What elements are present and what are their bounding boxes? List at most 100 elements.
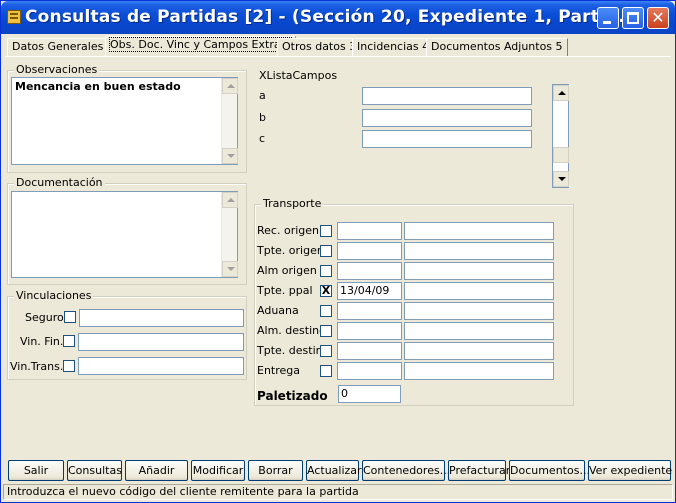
documentacion-label: Documentación (14, 176, 105, 189)
vin-fin-checkbox[interactable] (63, 335, 75, 347)
transporte-row-detail-input[interactable] (404, 322, 554, 340)
maximize-button[interactable] (622, 7, 644, 29)
status-bar: Introduzca el nuevo código del cliente r… (3, 484, 673, 500)
scroll-up-button[interactable] (222, 192, 238, 208)
close-icon: ✕ (651, 8, 665, 27)
vin-trans-input[interactable] (78, 357, 244, 375)
transporte-row-detail-input[interactable] (404, 302, 554, 320)
transporte-row-label: Entrega (257, 364, 301, 377)
arrow-down-icon (227, 267, 235, 271)
transporte-row-detail-input[interactable] (404, 242, 554, 260)
xlista-field-c-input[interactable] (362, 130, 532, 148)
app-icon (7, 10, 21, 24)
transporte-row-label: Rec. origen (257, 224, 319, 237)
transporte-row-date-input[interactable] (337, 222, 402, 240)
transporte-row-date-input[interactable] (337, 322, 402, 340)
tab-label: Otros datos 3 (282, 40, 357, 53)
scroll-down-button[interactable] (222, 148, 238, 164)
minimize-button[interactable] (597, 7, 619, 29)
tab-divider (5, 56, 671, 57)
title-bar[interactable]: Consultas de Partidas [2] - (Sección 20,… (1, 1, 675, 34)
modificar-button[interactable]: Modificar (191, 460, 245, 481)
vin-fin-input[interactable] (78, 333, 244, 351)
transporte-row-label: Alm origen (257, 264, 317, 277)
transporte-row-checkbox[interactable] (320, 365, 332, 377)
transporte-row-checkbox[interactable]: X (320, 285, 332, 297)
scroll-up-button[interactable] (553, 85, 569, 101)
tab-incidencias[interactable]: Incidencias 4 (352, 38, 435, 56)
tab-label: Documentos Adjuntos 5 (431, 40, 563, 53)
scroll-down-button[interactable] (553, 171, 569, 187)
transporte-row-label: Aduana (257, 304, 299, 317)
documentacion-scrollbar[interactable] (221, 192, 238, 277)
transporte-row-date-input[interactable] (337, 362, 402, 380)
window-title: Consultas de Partidas [2] - (Sección 20,… (25, 7, 626, 27)
transporte-row-checkbox[interactable] (320, 245, 332, 257)
xlista-field-b-input[interactable] (362, 109, 532, 127)
minimize-icon (603, 21, 611, 24)
transporte-row-checkbox[interactable] (320, 345, 332, 357)
transporte-row-label: Tpte. ppal (257, 284, 313, 297)
transporte-row-checkbox[interactable] (320, 305, 332, 317)
transporte-row-checkbox[interactable] (320, 265, 332, 277)
vin-fin-label: Vin. Fin. (20, 335, 64, 348)
contenedores-button[interactable]: Contenedores... (362, 460, 450, 481)
documentos-button[interactable]: Documentos... (509, 460, 590, 481)
documentacion-textarea[interactable] (11, 191, 238, 278)
consultas-button[interactable]: Consultas (67, 460, 122, 481)
paletizado-input[interactable]: 0 (338, 385, 401, 403)
tab-label: Obs. Doc. Vinc y Campos Extra 2 (108, 37, 293, 52)
transporte-row-detail-input[interactable] (404, 342, 554, 360)
paletizado-label: Paletizado (257, 389, 328, 403)
transporte-row-detail-input[interactable] (404, 362, 554, 380)
transporte-row-detail-input[interactable] (404, 222, 554, 240)
scroll-thumb[interactable] (553, 147, 569, 163)
prefacturar-button[interactable]: Prefacturar (448, 460, 510, 481)
xlista-field-a-input[interactable] (362, 87, 532, 105)
transporte-row-date-input[interactable] (337, 342, 402, 360)
ver-expediente-button[interactable]: Ver expediente (588, 460, 672, 481)
transporte-row-date-input[interactable] (337, 302, 402, 320)
tab-documentos-adjuntos[interactable]: Documentos Adjuntos 5 (426, 38, 568, 56)
tab-otros-datos[interactable]: Otros datos 3 (277, 38, 362, 56)
xlista-field-b-label: b (259, 111, 266, 124)
observaciones-label: Observaciones (14, 63, 100, 76)
transporte-row-date-input[interactable] (337, 242, 402, 260)
seguro-checkbox[interactable] (64, 311, 76, 323)
vin-trans-checkbox[interactable] (63, 360, 75, 372)
transporte-row-checkbox[interactable] (320, 325, 332, 337)
arrow-up-icon (227, 84, 235, 88)
transporte-row-label: Tpte. destino (257, 344, 330, 357)
actualizar-button[interactable]: Actualizar (306, 460, 362, 481)
scroll-down-button[interactable] (222, 261, 238, 277)
vinculaciones-label: Vinculaciones (14, 289, 94, 302)
scroll-up-button[interactable] (222, 78, 238, 94)
observaciones-textarea[interactable]: Mencancia en buen estado (11, 77, 238, 165)
main-window: Consultas de Partidas [2] - (Sección 20,… (0, 0, 676, 503)
transporte-row-detail-input[interactable] (404, 282, 554, 300)
maximize-icon (627, 12, 639, 24)
arrow-down-icon (227, 154, 235, 158)
xlista-scrollbar[interactable] (552, 84, 569, 188)
arrow-down-icon (558, 177, 566, 181)
xlista-field-a-label: a (259, 89, 266, 102)
tab-label: Datos Generales 1 (12, 40, 114, 53)
tab-datos-generales[interactable]: Datos Generales 1 (7, 38, 119, 56)
seguro-label: Seguro (25, 311, 64, 324)
transporte-row-date-input[interactable] (337, 262, 402, 280)
observaciones-text: Mencancia en buen estado (15, 80, 181, 93)
xlista-field-c-label: c (259, 132, 266, 145)
observaciones-scrollbar[interactable] (221, 78, 238, 164)
vin-trans-label: Vin.Trans. (10, 360, 64, 373)
tab-obs-doc-vinc[interactable]: Obs. Doc. Vinc y Campos Extra 2 (105, 36, 297, 56)
tab-label: Incidencias 4 (357, 40, 430, 53)
transporte-row-date-input[interactable]: 13/04/09 (337, 282, 402, 300)
seguro-input[interactable] (79, 309, 244, 327)
salir-button[interactable]: Salir (8, 460, 64, 481)
close-button[interactable]: ✕ (647, 7, 669, 29)
transporte-row-checkbox[interactable] (320, 225, 332, 237)
anadir-button[interactable]: Añadir (125, 460, 188, 481)
arrow-up-icon (558, 91, 566, 95)
borrar-button[interactable]: Borrar (248, 460, 303, 481)
transporte-row-detail-input[interactable] (404, 262, 554, 280)
